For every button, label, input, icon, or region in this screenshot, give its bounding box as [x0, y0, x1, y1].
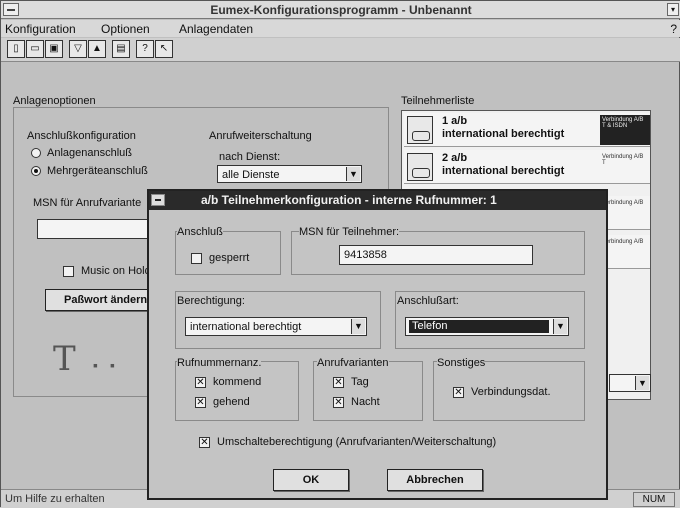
dialog-title: a/b Teilnehmerkonfiguration - interne Ru…: [201, 193, 497, 207]
telekom-dots-icon: ▪▪: [93, 357, 127, 373]
kommend-checkbox[interactable]: ✕: [195, 377, 206, 388]
list-combo[interactable]: ▼: [609, 374, 651, 392]
new-file-icon[interactable]: ▯: [7, 40, 25, 58]
open-folder-icon[interactable]: ▭: [26, 40, 44, 58]
teilnehmer-dialog: a/b Teilnehmerkonfiguration - interne Ru…: [147, 189, 608, 500]
berechtigung-label: Berechtigung:: [177, 295, 245, 307]
anrufvarianten-label: Anrufvarianten: [317, 357, 389, 369]
save-icon[interactable]: ▣: [45, 40, 63, 58]
scroll-arrow-icon[interactable]: ▾: [667, 3, 679, 16]
gehend-checkbox[interactable]: ✕: [195, 397, 206, 408]
umschalte-checkbox[interactable]: ✕: [199, 437, 210, 448]
list-item-number: 1 a/b: [442, 115, 468, 127]
menu-bar: Konfiguration Optionen Anlagendaten ?: [1, 20, 680, 37]
gesperrt-checkbox[interactable]: [191, 253, 202, 264]
group-label-anlagenoptionen: Anlagenoptionen: [13, 95, 96, 107]
status-help-text: Um Hilfe zu erhalten: [5, 493, 105, 505]
title-bar: Eumex-Konfigurationsprogramm - Unbenannt…: [1, 1, 680, 19]
nach-dienst-label: nach Dienst:: [219, 151, 281, 163]
ok-button[interactable]: OK: [273, 469, 349, 491]
verbindungsdat-label: Verbindungsdat.: [471, 386, 551, 398]
num-lock-indicator: NUM: [633, 492, 675, 507]
gehend-label: gehend: [213, 396, 250, 408]
tag-checkbox[interactable]: ✕: [333, 377, 344, 388]
anschlussart-label: Anschlußart:: [397, 295, 459, 307]
gesperrt-label: gesperrt: [209, 252, 250, 264]
telekom-t-logo-icon: T: [53, 339, 76, 379]
anschlussart-combo[interactable]: Telefon ▼: [405, 317, 569, 336]
help-menu[interactable]: ?: [670, 22, 677, 36]
anrufvarianten-group: [313, 361, 423, 421]
telephone-icon: [407, 153, 433, 181]
nacht-checkbox[interactable]: ✕: [333, 397, 344, 408]
filter-icon[interactable]: ▽: [69, 40, 87, 58]
music-on-hold-label: Music on Hold: [81, 265, 151, 277]
list-item[interactable]: 2 a/b international berechtigt Verbindun…: [404, 150, 650, 184]
radio-mehrgeraete-label: Mehrgeräteanschluß: [47, 165, 148, 177]
help-icon[interactable]: ?: [136, 40, 154, 58]
toolbar: ▯ ▭ ▣ ▽ ▲ ▤ ? ↖: [1, 38, 680, 62]
dienst-combo[interactable]: alle Dienste ▼: [217, 165, 362, 183]
rufnummern-label: Rufnummernanz.: [177, 357, 262, 369]
telephone-icon: [407, 116, 433, 144]
sonstiges-label: Sonstiges: [437, 357, 486, 369]
msn-anrufvariante-label: MSN für Anrufvariante: [33, 197, 142, 209]
upload-icon[interactable]: ▲: [88, 40, 106, 58]
window-title: Eumex-Konfigurationsprogramm - Unbenannt: [210, 3, 472, 17]
rufnummern-group: [175, 361, 299, 421]
anschlussart-value: Telefon: [409, 320, 549, 333]
menu-anlagendaten[interactable]: Anlagendaten: [179, 22, 253, 36]
dialog-title-bar: a/b Teilnehmerkonfiguration - interne Ru…: [149, 191, 606, 210]
list-item-badge: Verbindung A/B T & ISDN: [600, 115, 650, 145]
radio-anlagenanschluss[interactable]: [31, 148, 41, 158]
berechtigung-combo[interactable]: international berechtigt ▼: [185, 317, 367, 336]
msn-anrufvariante-input[interactable]: [37, 219, 149, 239]
menu-konfiguration[interactable]: Konfiguration: [5, 22, 76, 36]
abbrechen-button[interactable]: Abbrechen: [387, 469, 483, 491]
menu-optionen[interactable]: Optionen: [101, 22, 150, 36]
music-on-hold-checkbox[interactable]: [63, 266, 74, 277]
kommend-label: kommend: [213, 376, 262, 388]
tag-label: Tag: [351, 376, 369, 388]
dienst-combo-value: alle Dienste: [222, 169, 280, 181]
anrufweiterschaltung-label: Anrufweiterschaltung: [209, 130, 312, 142]
msn-input[interactable]: 9413858: [339, 245, 533, 265]
teilnehmerliste-label: Teilnehmerliste: [401, 95, 475, 107]
radio-anlagenanschluss-label: Anlagenanschluß: [47, 147, 133, 159]
anschluss-label: Anschluß: [177, 226, 223, 238]
umschalte-label: Umschalteberechtigung (Anrufvarianten/We…: [217, 436, 497, 448]
list-item-berechtigung: international berechtigt: [442, 165, 565, 177]
context-help-icon[interactable]: ↖: [155, 40, 173, 58]
dropdown-arrow-icon[interactable]: ▼: [635, 376, 649, 390]
radio-mehrgeraeteanschluss[interactable]: [31, 166, 41, 176]
list-item[interactable]: 1 a/b international berechtigt Verbindun…: [404, 113, 650, 147]
dropdown-arrow-icon[interactable]: ▼: [346, 167, 360, 181]
msn-label: MSN für Teilnehmer:: [299, 226, 400, 238]
berechtigung-value: international berechtigt: [190, 321, 302, 333]
print-icon[interactable]: ▤: [112, 40, 130, 58]
anschlusskonfiguration-label: Anschlußkonfiguration: [27, 130, 136, 142]
list-item-number: 2 a/b: [442, 152, 468, 164]
dialog-system-menu-icon[interactable]: [151, 194, 165, 206]
dropdown-arrow-icon[interactable]: ▼: [351, 319, 365, 334]
verbindungsdat-checkbox[interactable]: ✕: [453, 387, 464, 398]
list-item-berechtigung: international berechtigt: [442, 128, 565, 140]
nacht-label: Nacht: [351, 396, 380, 408]
dropdown-arrow-icon[interactable]: ▼: [553, 319, 567, 334]
list-item-badge: Verbindung A/B T: [600, 152, 650, 182]
